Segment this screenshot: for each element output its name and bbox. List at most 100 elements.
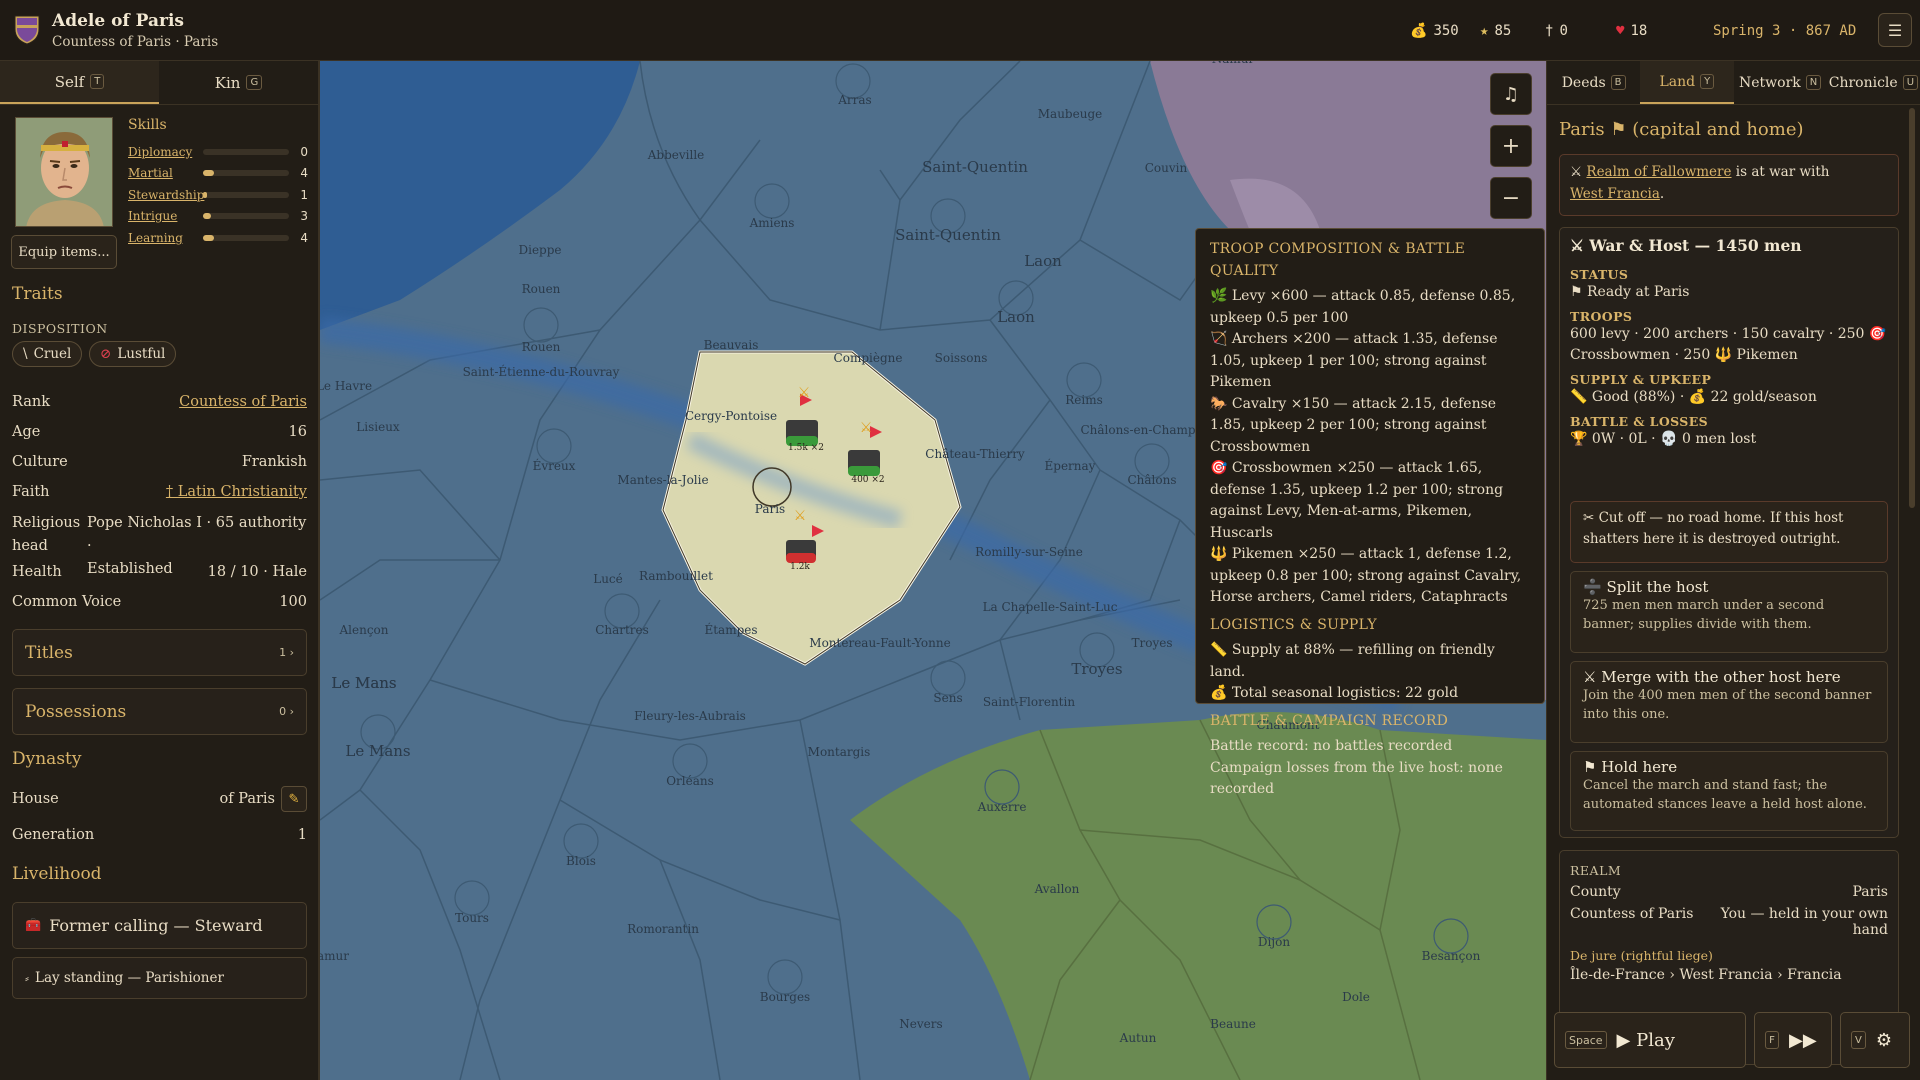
dejure-chain[interactable]: Île-de-France › West Francia › Francia <box>1570 967 1888 983</box>
map-label: Lucé <box>593 572 623 586</box>
map-label: Rouen <box>522 340 561 354</box>
tab-self[interactable]: Self T <box>0 61 159 104</box>
tab-kin[interactable]: Kin G <box>159 61 318 104</box>
map-label: Paris <box>755 502 785 516</box>
tab-land[interactable]: Land Y <box>1640 61 1734 104</box>
map-label: Le Mans <box>345 742 410 760</box>
zoom-out-button[interactable]: − <box>1490 177 1532 219</box>
map-label: Dieppe <box>518 243 561 257</box>
menu-button[interactable]: ☰ <box>1878 13 1912 47</box>
gold-resource[interactable]: 💰 350 <box>1410 0 1459 61</box>
tooltip-heading-logistics: LOGISTICS & SUPPLY <box>1210 616 1377 633</box>
dynasty-title: Dynasty <box>12 749 82 769</box>
pencil-icon: ✎ <box>288 791 300 807</box>
hold-here-button[interactable]: ⚑ Hold here Cancel the march and stand f… <box>1570 751 1888 831</box>
character-portrait[interactable] <box>15 117 113 227</box>
skill-bar <box>202 170 289 177</box>
lust-icon: ⊘ <box>100 346 112 362</box>
health-row: Health 18 / 10 · Hale <box>12 564 307 580</box>
host-title: ⚔ War & Host — 1450 men <box>1570 236 1802 255</box>
zoom-in-button[interactable]: + <box>1490 125 1532 167</box>
map-label: Avallon <box>1034 882 1080 896</box>
map-label: Saint-Quentin <box>895 226 1001 244</box>
skill-bar <box>202 213 289 220</box>
coat-of-arms-icon[interactable] <box>14 15 40 45</box>
map-label: Beaune <box>1210 1017 1256 1031</box>
plus-icon: + <box>1501 133 1521 159</box>
troops-heading: TROOPS <box>1570 309 1633 324</box>
tab-deeds[interactable]: Deeds B <box>1547 61 1640 104</box>
game-date: Spring 3 · 867 AD <box>1713 22 1857 39</box>
map-label: Lisieux <box>356 420 400 434</box>
map-label: La Chapelle-Saint-Luc <box>983 600 1118 614</box>
hamburger-icon: ☰ <box>1887 20 1903 40</box>
age-row: Age 16 <box>12 424 307 440</box>
rank-row: Rank Countess of Paris <box>12 394 307 410</box>
music-button[interactable]: ♫ <box>1490 73 1532 115</box>
settings-button[interactable]: V ⚙ <box>1840 1012 1910 1068</box>
map-label: Château-Thierry <box>925 447 1025 461</box>
status-heading: STATUS <box>1570 267 1629 282</box>
map-label: Évreux <box>533 458 576 473</box>
titles-box[interactable]: Titles 1 › <box>12 629 307 676</box>
former-calling[interactable]: 🧰 Former calling — Steward <box>12 902 307 949</box>
tab-chronicle[interactable]: Chronicle U <box>1827 61 1920 104</box>
skill-stewardship[interactable]: Stewardship 1 <box>128 184 308 206</box>
right-panel-scrollbar[interactable] <box>1909 108 1915 508</box>
map-label: Rouen <box>522 282 561 296</box>
trait-chip-cruel[interactable]: \ Cruel <box>12 341 83 367</box>
edit-house-button[interactable]: ✎ <box>281 786 307 812</box>
star-icon: ★ <box>1480 22 1489 39</box>
map-label: Étampes <box>704 622 757 637</box>
map-label: Besançon <box>1422 949 1481 963</box>
tooltip-heading-record: BATTLE & CAMPAIGN RECORD <box>1210 712 1449 729</box>
gear-icon: ⚙ <box>1875 1029 1892 1051</box>
character-panel: Self T Kin G Equip items... Skills Diploma… <box>0 61 320 1080</box>
toolbox-icon: 🧰 <box>25 918 42 933</box>
gold-icon: 💰 <box>1410 22 1428 39</box>
tooltip-line: 🌿 Levy ×600 — attack 0.85, defense 0.85,… <box>1210 288 1516 326</box>
war-host-panel: ⚔ War & Host — 1450 men STATUS ⚑ Ready a… <box>1559 227 1899 838</box>
minus-icon: − <box>1501 185 1521 211</box>
map-label: Alençon <box>338 623 388 637</box>
skill-martial[interactable]: Martial 4 <box>128 163 308 185</box>
tab-network[interactable]: Network N <box>1734 61 1827 104</box>
fast-forward-button[interactable]: F ▶▶ <box>1754 1012 1832 1068</box>
cross-icon: † <box>1545 22 1554 39</box>
play-button[interactable]: Space ▶ Play <box>1554 1012 1746 1068</box>
disposition-label: DISPOSITION <box>12 321 108 336</box>
map-label: Maubeuge <box>1038 107 1102 121</box>
health-resource[interactable]: ♥ 18 <box>1616 0 1647 61</box>
equip-items-button[interactable]: Equip items... <box>11 235 117 269</box>
map-label: Rambouillet <box>639 569 713 583</box>
army-label-2: 400 ×2 <box>851 475 884 485</box>
map-label: Montargis <box>808 745 871 759</box>
troop-tooltip: TROOP COMPOSITION & BATTLE QUALITY 🌿 Lev… <box>1195 228 1545 797</box>
trait-chip-lustful[interactable]: ⊘ Lustful <box>89 341 177 367</box>
skill-bar <box>202 191 289 198</box>
character-subtitle: Countess of Paris · Paris <box>52 33 219 50</box>
skill-learning[interactable]: Learning 4 <box>128 227 308 249</box>
lay-standing[interactable]: ⸗ Lay standing — Parishioner <box>12 957 307 999</box>
generation-row: Generation 1 <box>12 827 307 843</box>
map-label: Chartres <box>595 623 649 637</box>
prestige-resource[interactable]: ★ 85 <box>1480 0 1511 61</box>
knife-icon: \ <box>23 346 28 362</box>
tooltip-heading-troops: TROOP COMPOSITION & BATTLE QUALITY <box>1210 241 1466 279</box>
merge-host-button[interactable]: ⚔ Merge with the other host here Join th… <box>1570 661 1888 743</box>
map-label: Cergy-Pontoise <box>685 409 777 423</box>
music-icon: ♫ <box>1502 83 1520 105</box>
battle-heading: BATTLE & LOSSES <box>1570 414 1709 429</box>
map-label: Romilly-sur-Seine <box>975 545 1083 559</box>
character-name: Adele of Paris <box>52 10 184 31</box>
skill-intrigue[interactable]: Intrigue 3 <box>128 206 308 228</box>
split-host-button[interactable]: ➗ Split the host 725 men men march under… <box>1570 571 1888 653</box>
skill-diplomacy[interactable]: Diplomacy 0 <box>128 141 308 163</box>
possessions-box[interactable]: Possessions 0 › <box>12 688 307 735</box>
map-label: Épernay <box>1045 458 1096 473</box>
house-row: House of Paris ✎ <box>12 786 307 812</box>
map-label: Soissons <box>935 351 988 365</box>
army-label-1: 1.5k ×2 <box>788 443 824 453</box>
piety-resource[interactable]: † 0 <box>1545 0 1568 61</box>
map-label: Blois <box>566 854 596 868</box>
